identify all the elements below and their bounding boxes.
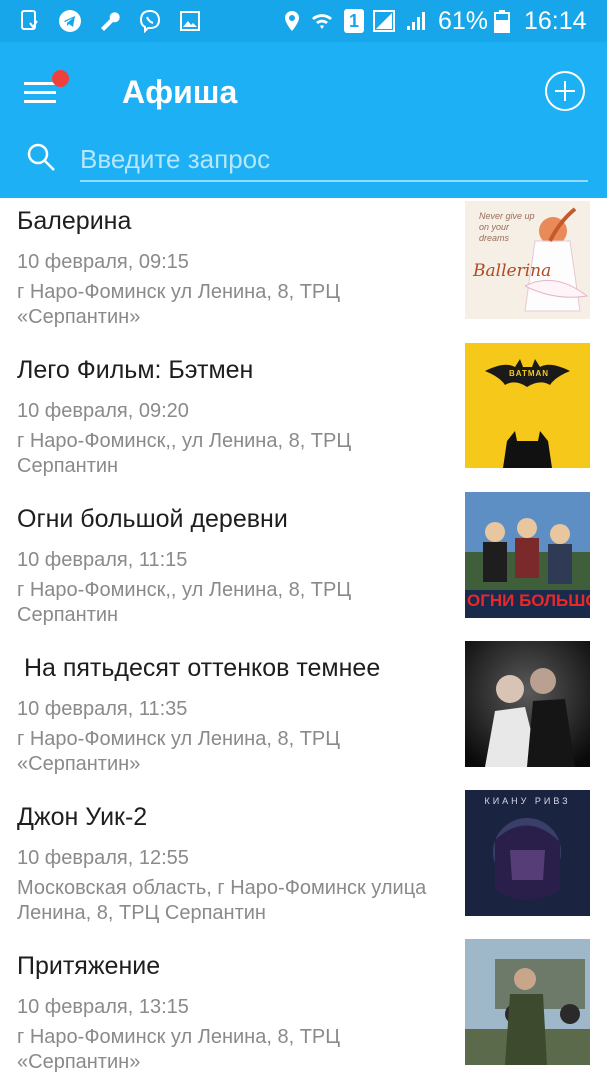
poster-title: BATMAN (509, 369, 550, 378)
list-item[interactable]: Притяжение 10 февраля, 13:15 г Наро-Фоми… (0, 939, 607, 1080)
event-address: г Наро-Фоминск ул Ленина, 8, ТРЦ «Серпан… (17, 281, 341, 328)
viber-icon (139, 9, 161, 33)
event-title: Лего Фильм: Бэтмен (17, 356, 254, 384)
notification-badge (52, 70, 69, 87)
poster-title: КИАНУ РИВЗ (484, 796, 571, 806)
event-date: 10 февраля, 09:20 (17, 400, 189, 422)
app-bar: Афиша (0, 42, 607, 198)
event-poster[interactable]: ОГНИ БОЛЬШОЙ (465, 492, 590, 618)
telegram-icon (59, 10, 81, 32)
event-address: Московская область, г Наро-Фоминск улица… (17, 877, 427, 924)
event-poster[interactable] (465, 939, 590, 1065)
wifi-icon (312, 14, 332, 29)
clock: 16:14 (524, 7, 587, 35)
search-input[interactable] (80, 138, 588, 182)
poster-tagline: Never give up on your dreams (479, 211, 535, 243)
list-item[interactable]: На пятьдесят оттенков темнее 10 февраля,… (0, 641, 607, 795)
event-title: На пятьдесят оттенков темнее (17, 654, 381, 682)
event-date: 10 февраля, 13:15 (17, 996, 189, 1018)
event-poster[interactable]: Never give up on your dreams Ballerina (465, 201, 590, 319)
add-button[interactable] (545, 71, 585, 111)
list-item[interactable]: Лего Фильм: Бэтмен 10 февраля, 09:20 г Н… (0, 343, 607, 497)
event-date: 10 февраля, 12:55 (17, 847, 189, 869)
screen-icon (21, 10, 38, 30)
poster-title: ОГНИ БОЛЬШОЙ (467, 591, 590, 610)
event-list: Балерина 10 февраля, 09:15 г Наро-Фоминс… (0, 198, 607, 1080)
list-item[interactable]: Огни большой деревни 10 февраля, 11:15 г… (0, 492, 607, 646)
event-poster[interactable]: КИАНУ РИВЗ (465, 790, 590, 916)
wrench-icon (101, 12, 120, 32)
event-title: Джон Уик-2 (17, 803, 148, 831)
sim-slot: 1 (348, 11, 359, 31)
event-title: Огни большой деревни (17, 505, 288, 533)
cell-signal-icon (407, 12, 425, 30)
status-bar: 1 61% 16:14 (0, 0, 607, 42)
sim-icon: 1 (344, 9, 364, 33)
menu-button[interactable] (24, 70, 69, 112)
event-address: г Наро-Фоминск,, ул Ленина, 8, ТРЦ Серпа… (17, 579, 352, 626)
poster-title: Ballerina (473, 261, 552, 281)
event-address: г Наро-Фоминск,, ул Ленина, 8, ТРЦ Серпа… (17, 430, 352, 477)
page-title: Афиша (122, 74, 238, 110)
event-address: г Наро-Фоминск ул Ленина, 8, ТРЦ «Серпан… (17, 728, 341, 775)
battery-icon (494, 10, 510, 33)
event-date: 10 февраля, 11:15 (17, 549, 188, 571)
location-icon (285, 11, 299, 31)
event-poster[interactable] (465, 641, 590, 767)
gallery-icon (180, 11, 200, 31)
search-icon (27, 143, 55, 171)
event-title: Балерина (17, 207, 132, 235)
list-item[interactable]: Балерина 10 февраля, 09:15 г Наро-Фоминс… (0, 198, 607, 348)
event-poster[interactable]: BATMAN (465, 343, 590, 468)
event-address: г Наро-Фоминск ул Ленина, 8, ТРЦ «Серпан… (17, 1026, 341, 1073)
event-title: Притяжение (17, 952, 161, 980)
list-item[interactable]: Джон Уик-2 10 февраля, 12:55 Московская … (0, 790, 607, 944)
event-date: 10 февраля, 09:15 (17, 251, 189, 273)
battery-percent: 61% (438, 7, 489, 35)
signal-icon (373, 10, 395, 32)
event-date: 10 февраля, 11:35 (17, 698, 188, 720)
